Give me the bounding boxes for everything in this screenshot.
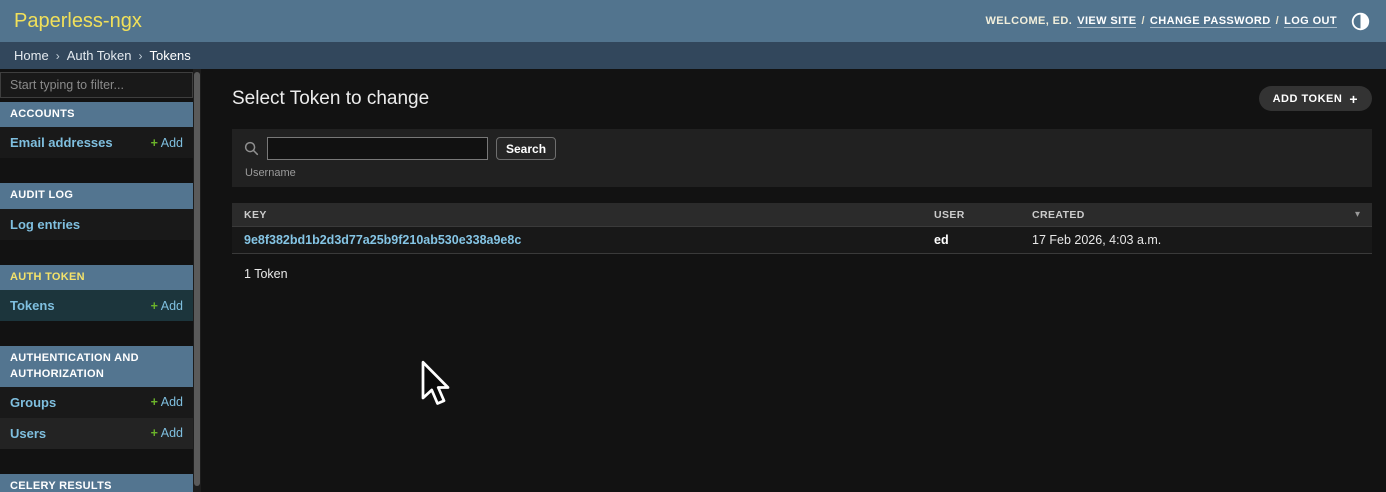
result-count: 1 Token [232, 267, 1372, 281]
sidebar-section-header-audit-log[interactable]: AUDIT LOG [0, 183, 193, 208]
scrollbar-thumb[interactable] [194, 72, 200, 486]
search-icon [244, 141, 259, 156]
sidebar-item-tokens[interactable]: Tokens + Add [0, 290, 193, 321]
sidebar-section-celery-results: CELERY RESULTS [0, 474, 193, 492]
add-token-link[interactable]: + Add [151, 299, 183, 313]
change-password-link[interactable]: CHANGE PASSWORD [1150, 15, 1271, 28]
sidebar-item-log-entries[interactable]: Log entries [0, 209, 193, 240]
sidebar-item-users[interactable]: Users + Add [0, 418, 193, 449]
tokens-table: KEY USER CREATED ▾ 9e8f382bd1b2d3d77a25b… [232, 203, 1372, 254]
search-module: Search Username [232, 129, 1372, 187]
sidebar-section-audit-log: AUDIT LOG Log entries [0, 183, 193, 239]
sidebar-section-header-auth-token[interactable]: AUTH TOKEN [0, 265, 193, 290]
token-key-cell: 9e8f382bd1b2d3d77a25b9f210ab530e338a9e8c [232, 233, 934, 247]
token-user-cell: ed [934, 233, 1032, 247]
add-email-address-link[interactable]: + Add [151, 136, 183, 150]
page-title: Select Token to change [232, 88, 429, 110]
log-out-link[interactable]: LOG OUT [1284, 15, 1337, 28]
sidebar-section-accounts: ACCOUNTS Email addresses + Add [0, 102, 193, 158]
plus-icon: + [151, 136, 158, 150]
add-user-link[interactable]: + Add [151, 426, 183, 440]
plus-icon: + [151, 426, 158, 440]
user-tools: WELCOME, ED. VIEW SITE / CHANGE PASSWORD… [986, 12, 1370, 31]
paperless-admin-window: Paperless-ngx WELCOME, ED. VIEW SITE / C… [0, 0, 1386, 492]
column-header-created[interactable]: CREATED [1032, 209, 1372, 221]
search-field-label: Username [244, 167, 1360, 179]
table-row: 9e8f382bd1b2d3d77a25b9f210ab530e338a9e8c… [232, 227, 1372, 254]
add-token-button[interactable]: ADD TOKEN + [1259, 86, 1372, 111]
sidebar-section-header-celery-results[interactable]: CELERY RESULTS [0, 474, 193, 492]
breadcrumb-current: Tokens [150, 48, 191, 63]
table-header-row: KEY USER CREATED ▾ [232, 203, 1372, 227]
search-button[interactable]: Search [496, 137, 556, 160]
add-label: Add [161, 426, 183, 440]
add-label: Add [161, 299, 183, 313]
breadcrumb-home[interactable]: Home [14, 48, 49, 63]
users-link[interactable]: Users [10, 426, 46, 441]
plus-icon: + [151, 395, 158, 409]
breadcrumb-separator: › [56, 49, 60, 63]
add-label: Add [161, 136, 183, 150]
log-entries-link[interactable]: Log entries [10, 217, 80, 232]
column-header-user[interactable]: USER [934, 209, 1032, 221]
link-separator: / [1141, 15, 1144, 27]
sidebar-section-header-authentication[interactable]: AUTHENTICATION AND AUTHORIZATION [0, 346, 193, 387]
sidebar-scrollbar[interactable] [193, 69, 201, 492]
sidebar-item-email-addresses[interactable]: Email addresses + Add [0, 127, 193, 158]
sidebar-section-header-accounts[interactable]: ACCOUNTS [0, 102, 193, 127]
breadcrumb-separator: › [139, 49, 143, 63]
token-created-cell: 17 Feb 2026, 4:03 a.m. [1032, 233, 1372, 247]
view-site-link[interactable]: VIEW SITE [1077, 15, 1136, 28]
token-key-link[interactable]: 9e8f382bd1b2d3d77a25b9f210ab530e338a9e8c [244, 233, 521, 247]
theme-toggle-icon[interactable] [1351, 12, 1370, 31]
breadcrumb-auth-token[interactable]: Auth Token [67, 48, 132, 63]
column-header-key[interactable]: KEY [232, 209, 934, 221]
brand-title[interactable]: Paperless-ngx [14, 10, 142, 33]
add-group-link[interactable]: + Add [151, 395, 183, 409]
tokens-link[interactable]: Tokens [10, 298, 55, 313]
sidebar-item-groups[interactable]: Groups + Add [0, 387, 193, 418]
sidebar-nav: ACCOUNTS Email addresses + Add AUDIT LOG… [0, 69, 193, 492]
groups-link[interactable]: Groups [10, 395, 56, 410]
sidebar-section-authentication: AUTHENTICATION AND AUTHORIZATION Groups … [0, 346, 193, 449]
main-panel: Select Token to change ADD TOKEN + Sear [201, 69, 1386, 492]
email-addresses-link[interactable]: Email addresses [10, 135, 113, 150]
add-token-button-label: ADD TOKEN [1273, 93, 1343, 105]
search-input[interactable] [267, 137, 488, 160]
sidebar-section-auth-token: AUTH TOKEN Tokens + Add [0, 265, 193, 321]
title-row: Select Token to change ADD TOKEN + [232, 86, 1372, 111]
breadcrumb: Home › Auth Token › Tokens [0, 42, 1386, 69]
sidebar-filter-input[interactable] [0, 72, 193, 98]
welcome-text: WELCOME, ED. [986, 15, 1073, 27]
plus-icon: + [151, 299, 158, 313]
link-separator: / [1276, 15, 1279, 27]
add-label: Add [161, 395, 183, 409]
search-row: Search [244, 137, 1360, 160]
top-header: Paperless-ngx WELCOME, ED. VIEW SITE / C… [0, 0, 1386, 42]
plus-icon: + [1349, 92, 1358, 106]
sort-options-icon[interactable]: ▾ [1355, 209, 1360, 220]
content-area: ACCOUNTS Email addresses + Add AUDIT LOG… [0, 69, 1386, 492]
